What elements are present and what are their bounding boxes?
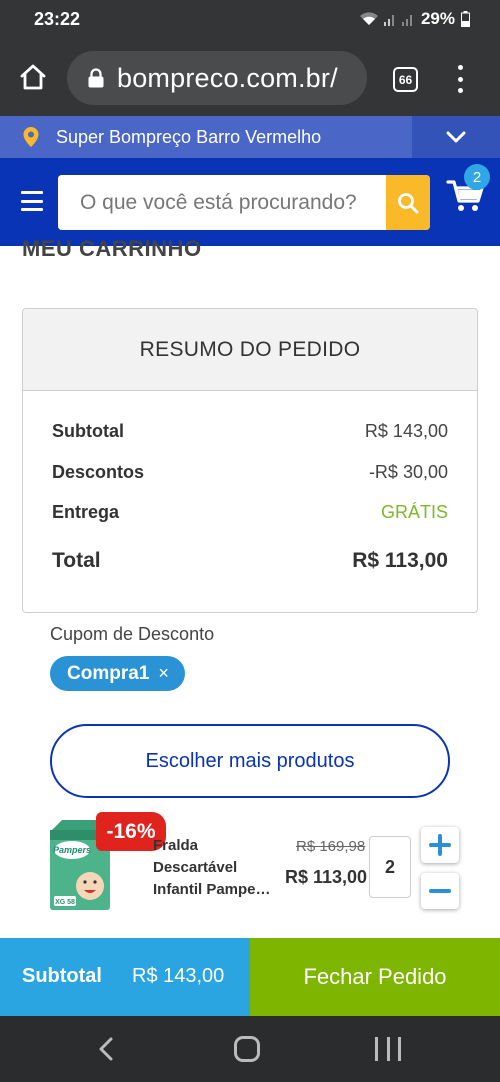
quantity-field[interactable]: 2 [369, 836, 411, 898]
search-button[interactable] [386, 175, 430, 230]
more-vert-icon[interactable] [456, 65, 464, 93]
bottom-subtotal-panel: Subtotal R$ 143,00 [0, 938, 250, 1016]
store-selector[interactable]: Super Bompreço Barro Vermelho [0, 116, 500, 158]
recent-apps-icon[interactable] [375, 1037, 401, 1061]
cart-count: 2 [472, 168, 482, 186]
home-icon[interactable] [18, 62, 48, 92]
page-title-text: MEU CARRINHO [22, 238, 202, 261]
discount-label: Descontos [52, 462, 145, 482]
summary-delivery-row: Entrega GRÁTIS [52, 502, 448, 523]
product-name-line: Descartável [153, 859, 238, 876]
store-name: Super Bompreço Barro Vermelho [56, 127, 322, 147]
plus-icon [429, 834, 451, 856]
battery-icon [461, 11, 470, 27]
page-title: MEU CARRINHO [22, 238, 202, 262]
site-header: 2 [0, 158, 500, 246]
coupon-chip[interactable]: Compra1 × [50, 656, 185, 691]
product-name[interactable]: Fralda Descartável Infantil Pampe… [153, 835, 278, 901]
wifi-icon [359, 12, 378, 25]
original-price: R$ 169,98 [296, 838, 366, 855]
total-value: R$ 113,00 [352, 549, 448, 572]
chevron-down-icon [446, 131, 466, 143]
discount-value: -R$ 30,00 [368, 462, 448, 482]
coupon-label: Cupom de Desconto [50, 624, 215, 644]
delivery-label: Entrega [52, 502, 120, 522]
lock-icon [88, 68, 104, 88]
browser-toolbar: bompreco.com.br/ 66 [0, 40, 500, 116]
search-input[interactable] [58, 175, 386, 230]
package-brand: Pampers [53, 845, 91, 855]
quantity-value: 2 [384, 856, 395, 877]
bottom-subtotal-label: Subtotal [22, 965, 102, 987]
choose-more-products-button[interactable]: Escolher mais produtos [50, 724, 450, 798]
bottom-subtotal-value: R$ 143,00 [132, 965, 225, 987]
checkout-button[interactable]: Fechar Pedido [250, 938, 500, 1016]
cart-count-badge: 2 [464, 164, 490, 190]
signal-icon [383, 15, 394, 26]
address-bar[interactable]: bompreco.com.br/ [67, 51, 367, 105]
back-icon[interactable] [96, 1037, 118, 1061]
status-icons: 29% [359, 9, 470, 29]
status-bar: 23:22 29% [0, 0, 500, 40]
current-price: R$ 113,00 [285, 867, 368, 887]
search-box [58, 175, 430, 230]
subtotal-label: Subtotal [52, 421, 124, 441]
summary-subtotal-row: Subtotal R$ 143,00 [52, 421, 448, 442]
order-summary-card: RESUMO DO PEDIDO Subtotal R$ 143,00 Desc… [22, 308, 478, 613]
status-time: 23:22 [34, 9, 81, 29]
tabs-button[interactable]: 66 [393, 67, 418, 92]
system-nav-bar [0, 1016, 500, 1082]
summary-discount-row: Descontos -R$ 30,00 [52, 462, 448, 483]
package-size: XG 58 [55, 899, 75, 906]
signal-icon [401, 15, 412, 26]
product-name-line: Infantil Pampe… [153, 881, 271, 898]
home-nav-icon[interactable] [234, 1036, 260, 1062]
increase-quantity-button[interactable] [421, 827, 459, 863]
coupon-code: Compra1 [67, 662, 150, 684]
menu-icon[interactable] [21, 191, 43, 211]
tab-count: 66 [398, 72, 413, 87]
order-summary-heading: RESUMO DO PEDIDO [23, 309, 477, 391]
subtotal-value: R$ 143,00 [364, 421, 448, 441]
total-label: Total [52, 549, 101, 572]
remove-coupon-icon[interactable]: × [158, 663, 169, 684]
minus-icon [429, 889, 451, 893]
summary-total-row: Total R$ 113,00 [52, 549, 448, 573]
battery-level: 29% [420, 9, 455, 28]
decrease-quantity-button[interactable] [421, 873, 459, 909]
store-dropdown-toggle[interactable] [412, 116, 500, 158]
delivery-value: GRÁTIS [380, 502, 448, 522]
product-name-line: Fralda [153, 837, 199, 854]
location-pin-icon [23, 127, 39, 147]
search-icon [398, 192, 419, 213]
url-text: bompreco.com.br/ [117, 62, 338, 93]
